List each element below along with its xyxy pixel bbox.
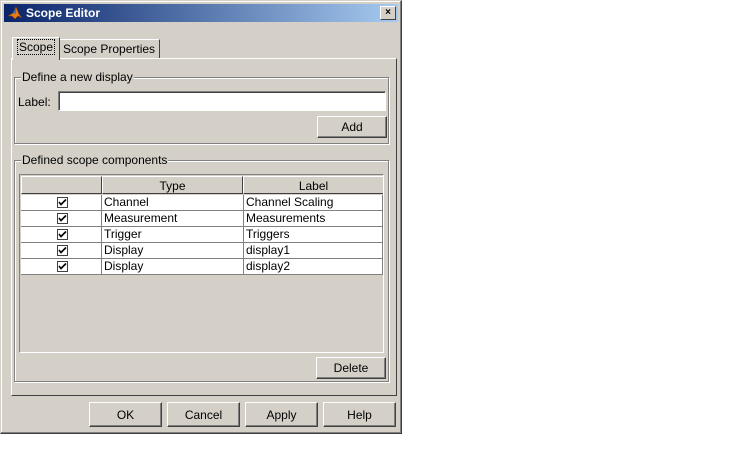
check-icon: [58, 198, 67, 206]
apply-button[interactable]: Apply: [245, 402, 318, 427]
close-button[interactable]: ×: [380, 6, 396, 20]
row-checkbox[interactable]: [57, 197, 68, 208]
close-icon: ×: [385, 7, 391, 18]
checkbox-cell: [21, 211, 102, 227]
delete-button[interactable]: Delete: [316, 357, 386, 379]
type-cell[interactable]: Display: [102, 259, 244, 275]
type-cell[interactable]: Measurement: [102, 211, 244, 227]
table-row[interactable]: Display display2: [21, 259, 383, 275]
label-caption: Label:: [18, 95, 51, 109]
column-header-label[interactable]: Label: [243, 176, 383, 194]
tab-scope[interactable]: Scope: [12, 37, 61, 60]
define-display-legend: Define a new display: [21, 70, 134, 84]
table-row[interactable]: Measurement Measurements: [21, 211, 383, 227]
check-icon: [58, 230, 67, 238]
table-row[interactable]: Channel Channel Scaling: [21, 195, 383, 211]
label-cell[interactable]: Channel Scaling: [244, 195, 383, 211]
column-header-enabled[interactable]: [21, 176, 102, 194]
column-header-type[interactable]: Type: [102, 176, 243, 194]
scope-editor-window: Scope Editor × Scope Scope Properties De…: [0, 0, 402, 434]
checkbox-cell: [21, 259, 102, 275]
checkbox-cell: [21, 195, 102, 211]
title-bar[interactable]: Scope Editor ×: [4, 4, 398, 22]
label-cell[interactable]: Triggers: [244, 227, 383, 243]
type-cell[interactable]: Channel: [102, 195, 244, 211]
label-cell[interactable]: display1: [244, 243, 383, 259]
type-cell[interactable]: Display: [102, 243, 244, 259]
row-checkbox[interactable]: [57, 229, 68, 240]
tab-scope-properties[interactable]: Scope Properties: [58, 39, 161, 59]
table-row[interactable]: Trigger Triggers: [21, 227, 383, 243]
label-cell[interactable]: Measurements: [244, 211, 383, 227]
tab-scope-label: Scope: [17, 39, 56, 55]
check-icon: [58, 262, 67, 270]
label-input[interactable]: [58, 91, 386, 111]
components-table: Type Label Channel Channel Scaling Measu…: [19, 174, 384, 353]
scope-components-legend: Defined scope components: [21, 153, 169, 167]
help-button[interactable]: Help: [323, 402, 396, 427]
check-icon: [58, 246, 67, 254]
tab-scope-properties-label: Scope Properties: [63, 42, 156, 56]
check-icon: [58, 214, 67, 222]
type-cell[interactable]: Trigger: [102, 227, 244, 243]
row-checkbox[interactable]: [57, 213, 68, 224]
matlab-logo-icon: [6, 5, 23, 21]
cancel-button[interactable]: Cancel: [167, 402, 240, 427]
row-checkbox[interactable]: [57, 261, 68, 272]
table-row[interactable]: Display display1: [21, 243, 383, 259]
ok-button[interactable]: OK: [89, 402, 162, 427]
label-cell[interactable]: display2: [244, 259, 383, 275]
row-checkbox[interactable]: [57, 245, 68, 256]
checkbox-cell: [21, 227, 102, 243]
add-button[interactable]: Add: [317, 116, 387, 138]
window-title: Scope Editor: [26, 6, 101, 20]
checkbox-cell: [21, 243, 102, 259]
